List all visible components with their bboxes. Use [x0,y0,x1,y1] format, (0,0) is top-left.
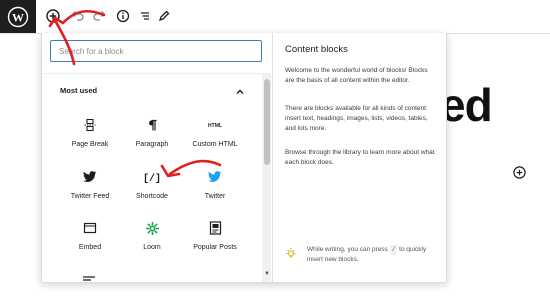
block-item-paragraph[interactable]: Paragraph [119,117,185,165]
block-label: Paragraph [135,141,169,148]
block-label: Page Break [71,141,109,148]
search-input[interactable] [57,45,231,57]
block-label: Custom HTML [192,141,238,148]
block-item-twitter-feed[interactable]: Twitter Feed [57,169,123,217]
preview-paragraph-2: There are blocks available for all kinds… [285,105,428,132]
scroll-down-arrow-icon[interactable]: ▼ [263,271,271,277]
block-label: Popular Posts [193,244,237,251]
redo-icon[interactable] [91,7,109,25]
tip-key: / [389,245,398,255]
preview-paragraph-1: Welcome to the wonderful world of blocks… [285,67,428,84]
info-icon[interactable] [114,7,132,25]
block-label: Embed [78,244,102,251]
shortcode-icon: [/] [144,169,160,185]
plus-circle-icon[interactable] [513,166,526,179]
most-used-panel-header[interactable]: Most used [42,73,262,102]
html-icon: HTML [207,117,223,133]
block-item-page-break[interactable]: Page Break [57,117,123,165]
panel-title: Most used [60,86,98,95]
post-title-fragment[interactable]: ed [440,78,493,132]
tip-text-before: While writing, you can press [307,246,388,253]
embed-icon [82,220,98,236]
loom-icon [144,220,160,236]
tip-text: While writing, you can press / to quickl… [307,245,442,265]
block-inserter-popover: Most used Page Break Paragraph HTML Cust… [41,33,447,283]
preview-paragraph-3: Browse through the library to learn more… [285,149,435,166]
block-item-loom[interactable]: Loom [119,220,185,268]
page-break-icon [82,117,98,133]
block-item-custom-html[interactable]: HTML Custom HTML [182,117,248,165]
block-label: Loom [143,244,161,251]
popular-posts-icon [207,220,223,236]
undo-icon[interactable] [68,7,86,25]
block-label: Shortcode [136,193,168,200]
svg-text:W: W [12,10,24,24]
twitter-icon [82,169,98,185]
block-item-shortcode[interactable]: [/] Shortcode [119,169,185,217]
paragraph-icon [144,117,160,133]
list-view-icon[interactable] [136,7,154,25]
editor-toolbar: W [0,0,550,34]
block-list-pane: Most used Page Break Paragraph HTML Cust… [42,33,273,282]
edit-icon[interactable] [155,7,173,25]
lightbulb-icon [285,246,297,258]
block-label: Twitter Feed [70,193,110,200]
block-label: Twitter [204,193,226,200]
add-block-icon[interactable] [44,7,62,25]
scrollbar-thumb[interactable] [264,79,270,165]
block-item-popular-posts[interactable]: Popular Posts [182,220,248,268]
search-box[interactable] [50,40,262,62]
block-item-embed[interactable]: Embed [57,220,123,268]
next-block-icon[interactable] [83,271,95,281]
chevron-up-icon[interactable] [235,84,245,94]
keyboard-tip: While writing, you can press / to quickl… [285,245,440,269]
twitter-blue-icon [207,169,223,185]
preview-title: Content blocks [285,44,348,55]
wordpress-logo-icon[interactable]: W [0,0,36,33]
svg-text:[/]: [/] [144,173,160,183]
block-item-twitter[interactable]: Twitter [182,169,248,217]
block-preview-pane: Content blocks Welcome to the wonderful … [272,33,446,282]
svg-text:HTML: HTML [208,123,222,129]
